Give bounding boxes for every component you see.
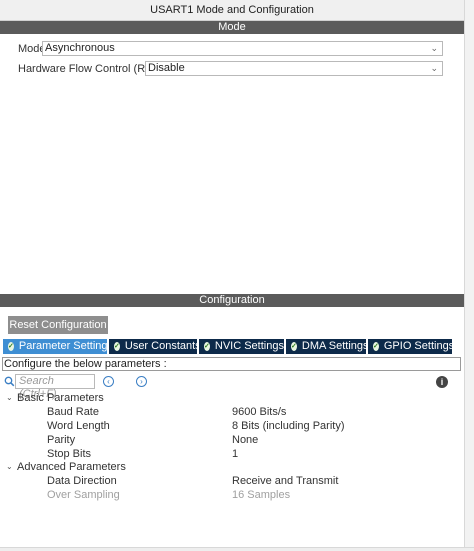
param-parity-name: Parity	[47, 434, 76, 446]
tab-dma-settings[interactable]: ✓ DMA Settings	[286, 339, 369, 354]
flow-control-select-value: Disable	[148, 62, 185, 74]
mode-section-header: Mode	[0, 21, 464, 34]
tab-label: DMA Settings	[301, 340, 369, 352]
config-tabs: ✓ Parameter Settings ✓ User Constants ✓ …	[3, 339, 454, 354]
param-stop-bits-name: Stop Bits	[47, 448, 92, 460]
configure-instruction: Configure the below parameters :	[2, 357, 461, 371]
tab-parameter-settings[interactable]: ✓ Parameter Settings	[3, 339, 113, 354]
param-word-length-value[interactable]: 8 Bits (including Parity)	[232, 419, 345, 433]
reset-configuration-button[interactable]: Reset Configuration	[8, 316, 108, 334]
param-word-length-name: Word Length	[47, 420, 110, 432]
tab-nvic-settings[interactable]: ✓ NVIC Settings	[199, 339, 284, 354]
param-data-direction-value[interactable]: Receive and Transmit	[232, 474, 338, 488]
mode-select-value: Asynchronous	[45, 42, 115, 54]
window-title: USART1 Mode and Configuration	[0, 0, 464, 21]
check-circle-icon: ✓	[373, 342, 379, 351]
tab-label: User Constants	[124, 340, 201, 352]
tab-label: GPIO Settings	[383, 340, 455, 352]
window-scroll-edge	[464, 0, 474, 551]
chevron-down-icon: ⌄	[430, 63, 438, 73]
group-label: Advanced Parameters	[17, 461, 126, 473]
caret-down-icon: ⌄	[6, 393, 13, 402]
flow-control-select[interactable]: Disable ⌄	[145, 61, 443, 76]
mode-select[interactable]: Asynchronous ⌄	[42, 41, 443, 56]
tab-label: Parameter Settings	[18, 340, 114, 352]
chevron-left-circle-icon[interactable]: ‹	[103, 376, 114, 387]
window-bottom-edge	[0, 547, 474, 551]
chevron-right-circle-icon[interactable]: ›	[136, 376, 147, 387]
tab-label: NVIC Settings	[214, 340, 284, 352]
tab-gpio-settings[interactable]: ✓ GPIO Settings	[368, 339, 455, 354]
search-icon	[4, 374, 15, 389]
check-circle-icon: ✓	[204, 342, 210, 351]
check-circle-icon: ✓	[8, 342, 14, 351]
caret-down-icon: ⌄	[6, 462, 13, 471]
group-label: Basic Parameters	[17, 392, 104, 404]
search-input[interactable]: Search (Ctrl+F)	[15, 374, 95, 400]
param-data-direction-name: Data Direction	[47, 475, 117, 487]
check-circle-icon: ✓	[114, 342, 120, 351]
check-circle-icon: ✓	[291, 342, 297, 351]
param-parity-value[interactable]: None	[232, 433, 258, 447]
param-over-sampling-name: Over Sampling	[47, 489, 120, 501]
tab-user-constants[interactable]: ✓ User Constants	[109, 339, 201, 354]
param-baud-rate-name: Baud Rate	[47, 406, 99, 418]
param-over-sampling-value: 16 Samples	[232, 489, 291, 501]
param-stop-bits-value[interactable]: 1	[232, 447, 238, 461]
configuration-section-header: Configuration	[0, 294, 464, 307]
param-baud-rate-value[interactable]: 9600 Bits/s	[232, 405, 286, 419]
chevron-down-icon: ⌄	[430, 43, 438, 53]
info-icon[interactable]: i	[436, 376, 448, 388]
